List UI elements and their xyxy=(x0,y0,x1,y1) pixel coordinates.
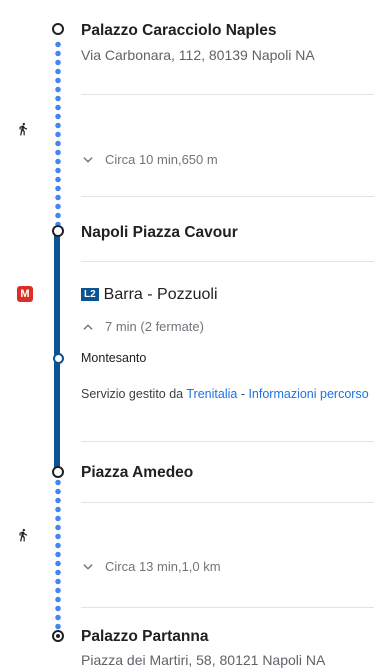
operator-info: Servizio gestito da Trenitalia - Informa… xyxy=(81,387,371,402)
montesanto-node xyxy=(53,353,64,364)
divider xyxy=(81,261,374,262)
destination-address: Piazza dei Martiri, 58, 80121 Napoli NA xyxy=(81,652,326,668)
walk-icon xyxy=(19,122,28,136)
walk1-summary-text: Circa 10 min,650 m xyxy=(105,152,218,167)
chevron-up-icon xyxy=(83,323,93,330)
divider xyxy=(81,502,374,503)
origin-address: Via Carbonara, 112, 80139 Napoli NA xyxy=(81,47,315,63)
amedeo-title[interactable]: Piazza Amedeo xyxy=(81,464,193,482)
transit-duration-text: 7 min (2 fermate) xyxy=(105,319,204,334)
metro-icon: M xyxy=(17,286,33,302)
origin-title[interactable]: Palazzo Caracciolo Naples xyxy=(81,22,277,40)
divider xyxy=(81,196,374,197)
origin-node xyxy=(52,23,64,35)
cavour-title[interactable]: Napoli Piazza Cavour xyxy=(81,224,238,242)
divider xyxy=(81,441,374,442)
line-badge: L2 xyxy=(81,288,99,301)
walk1-summary[interactable]: Circa 10 min,650 m xyxy=(81,152,218,167)
walk-path-1 xyxy=(55,40,61,225)
walk2-summary-text: Circa 13 min,1,0 km xyxy=(105,559,221,574)
chevron-down-icon xyxy=(83,563,93,570)
route-header[interactable]: L2 Barra - Pozzuoli xyxy=(81,286,218,304)
destination-title[interactable]: Palazzo Partanna xyxy=(81,628,209,646)
operator-link[interactable]: Trenitalia xyxy=(186,387,237,401)
walk-icon xyxy=(19,528,28,542)
amedeo-node xyxy=(52,466,64,478)
divider xyxy=(81,607,374,608)
transit-line xyxy=(54,232,60,468)
route-name: Barra - Pozzuoli xyxy=(103,286,218,303)
chevron-down-icon xyxy=(83,156,93,163)
walk-path-2 xyxy=(55,478,61,630)
divider xyxy=(81,94,374,95)
operator-separator: - xyxy=(237,387,249,401)
walk2-summary[interactable]: Circa 13 min,1,0 km xyxy=(81,559,221,574)
operator-prefix: Servizio gestito da xyxy=(81,387,184,401)
intermediate-stop: Montesanto xyxy=(81,351,147,365)
cavour-node xyxy=(52,225,64,237)
transit-duration[interactable]: 7 min (2 fermate) xyxy=(81,319,204,334)
route-info-link[interactable]: Informazioni percorso xyxy=(248,387,368,401)
destination-node xyxy=(52,630,64,642)
